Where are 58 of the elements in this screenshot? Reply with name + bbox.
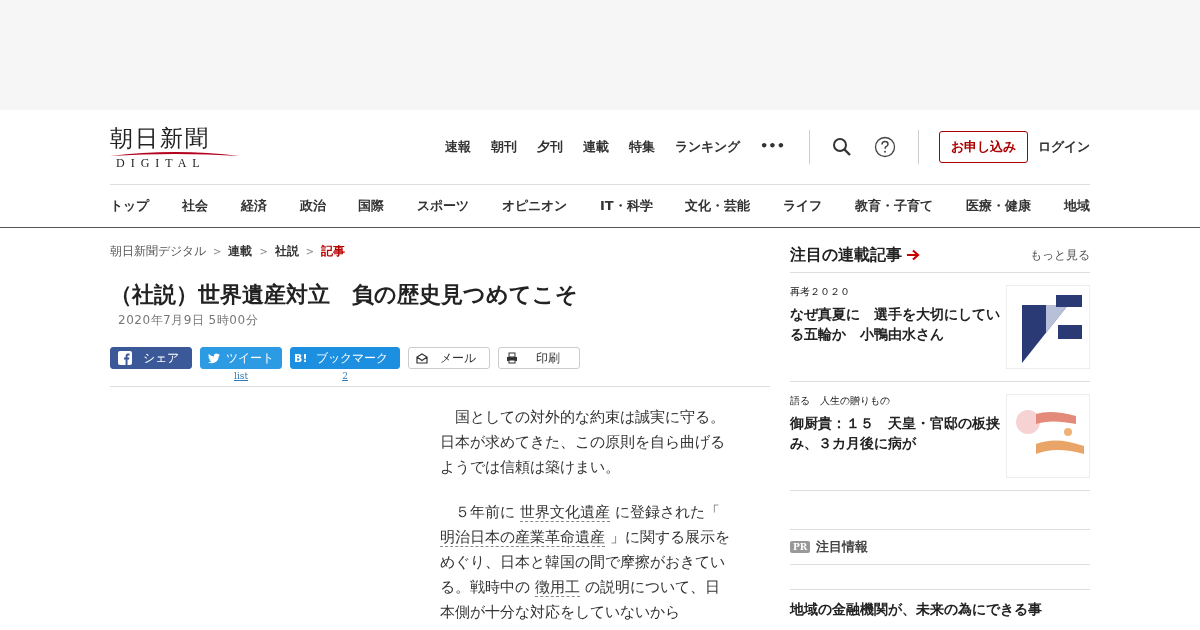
printer-icon — [506, 352, 518, 364]
print-button[interactable]: 印刷 — [498, 347, 580, 369]
breadcrumb-link[interactable]: 社説 — [274, 243, 299, 260]
category-link[interactable]: スポーツ — [417, 197, 470, 215]
keyword-link[interactable]: 徴用工 — [534, 578, 580, 597]
help-icon[interactable] — [874, 136, 896, 158]
category-link[interactable]: ライフ — [783, 197, 823, 215]
category-link[interactable]: 経済 — [240, 197, 267, 215]
nav-link[interactable]: 朝刊 — [491, 138, 518, 156]
section-heading: 注目情報 — [816, 538, 869, 556]
category-link[interactable]: IT・科学 — [599, 197, 653, 215]
category-link[interactable]: 国際 — [358, 197, 385, 215]
breadcrumb-link[interactable]: 朝日新聞デジタル — [110, 243, 206, 260]
nav-link[interactable]: ••• — [760, 138, 785, 156]
series-label: 再考２０２０ — [790, 285, 851, 299]
article-paragraph: 国としての対外的な約束は誠実に守る。日本が求めてきた、この原則を自ら曲げるようでは信頼は築けまい。 — [440, 407, 726, 478]
article-link[interactable]: なぜ真夏に 選手を大切にしている五輪か 小鴨由水さん — [790, 304, 1000, 344]
bird-icon — [208, 351, 220, 365]
nav-link[interactable]: 連載 — [583, 138, 610, 156]
login-link[interactable]: ログイン — [1038, 138, 1090, 156]
pr-badge: PR — [790, 541, 811, 553]
article-title: （社説）世界遺産対立 負の歴史見つめてこそ — [110, 281, 579, 309]
series-label: 語る 人生の贈りもの — [790, 394, 891, 408]
site-logo[interactable]: 朝日新聞 DIGITAL — [110, 124, 240, 170]
mail-button[interactable]: メール — [408, 347, 490, 369]
article-paragraph: ５年前に 世界文化遺産 に登録された「 明治日本の産業革命遺産 」に関する展示をめぐり、日本と韓国の間で摩擦がおきている。戦時中の 徴用工 の説明について、日本側が十分な対応をしていないから — [440, 502, 731, 623]
keyword-link[interactable]: 世界文化遺産 — [519, 503, 610, 522]
arrow-icon — [906, 249, 920, 261]
envelope-icon — [416, 352, 428, 364]
category-link[interactable]: 地域 — [1063, 197, 1090, 215]
breadcrumb-link[interactable]: 記事 — [321, 243, 346, 260]
nav-link[interactable]: 夕刊 — [537, 138, 564, 156]
share-button[interactable]: シェア — [110, 347, 192, 369]
nav-link[interactable]: 特集 — [629, 138, 656, 156]
breadcrumb-link[interactable]: 連載 — [228, 243, 253, 260]
share-count[interactable]: 2 — [342, 371, 348, 381]
category-link[interactable]: 教育・子育て — [855, 197, 934, 215]
category-link[interactable]: 社会 — [181, 197, 208, 215]
facebook-icon — [118, 351, 132, 365]
nav-link[interactable]: ランキング — [675, 138, 741, 156]
breadcrumb-separator: > — [213, 246, 222, 257]
keyword-link[interactable]: 明治日本の産業革命遺産 — [440, 528, 605, 547]
promo-link[interactable]: 地域の金融機関が、未来の為にできる事 — [790, 601, 1090, 619]
article-date: 2020年7月9日 5時00分 — [118, 312, 260, 329]
category-link[interactable]: 政治 — [299, 197, 326, 215]
more-link[interactable]: もっと見る — [1030, 246, 1090, 264]
share-count[interactable]: list — [234, 371, 248, 381]
category-link[interactable]: オピニオン — [502, 197, 568, 215]
category-link[interactable]: 文化・芸能 — [685, 197, 751, 215]
breadcrumb-separator: > — [305, 246, 315, 257]
search-icon[interactable] — [832, 137, 852, 157]
apply-button[interactable]: お申し込み — [939, 131, 1028, 163]
category-link[interactable]: トップ — [110, 197, 149, 215]
nav-link[interactable]: 速報 — [445, 138, 472, 156]
section-heading: 注目の連載記事 — [790, 244, 902, 266]
category-link[interactable]: 医療・健康 — [966, 197, 1031, 215]
article-link[interactable]: 御厨貴：１５ 天皇・官邸の板挟み、３カ月後に病が — [790, 413, 1000, 453]
breadcrumb-separator: > — [259, 246, 268, 257]
